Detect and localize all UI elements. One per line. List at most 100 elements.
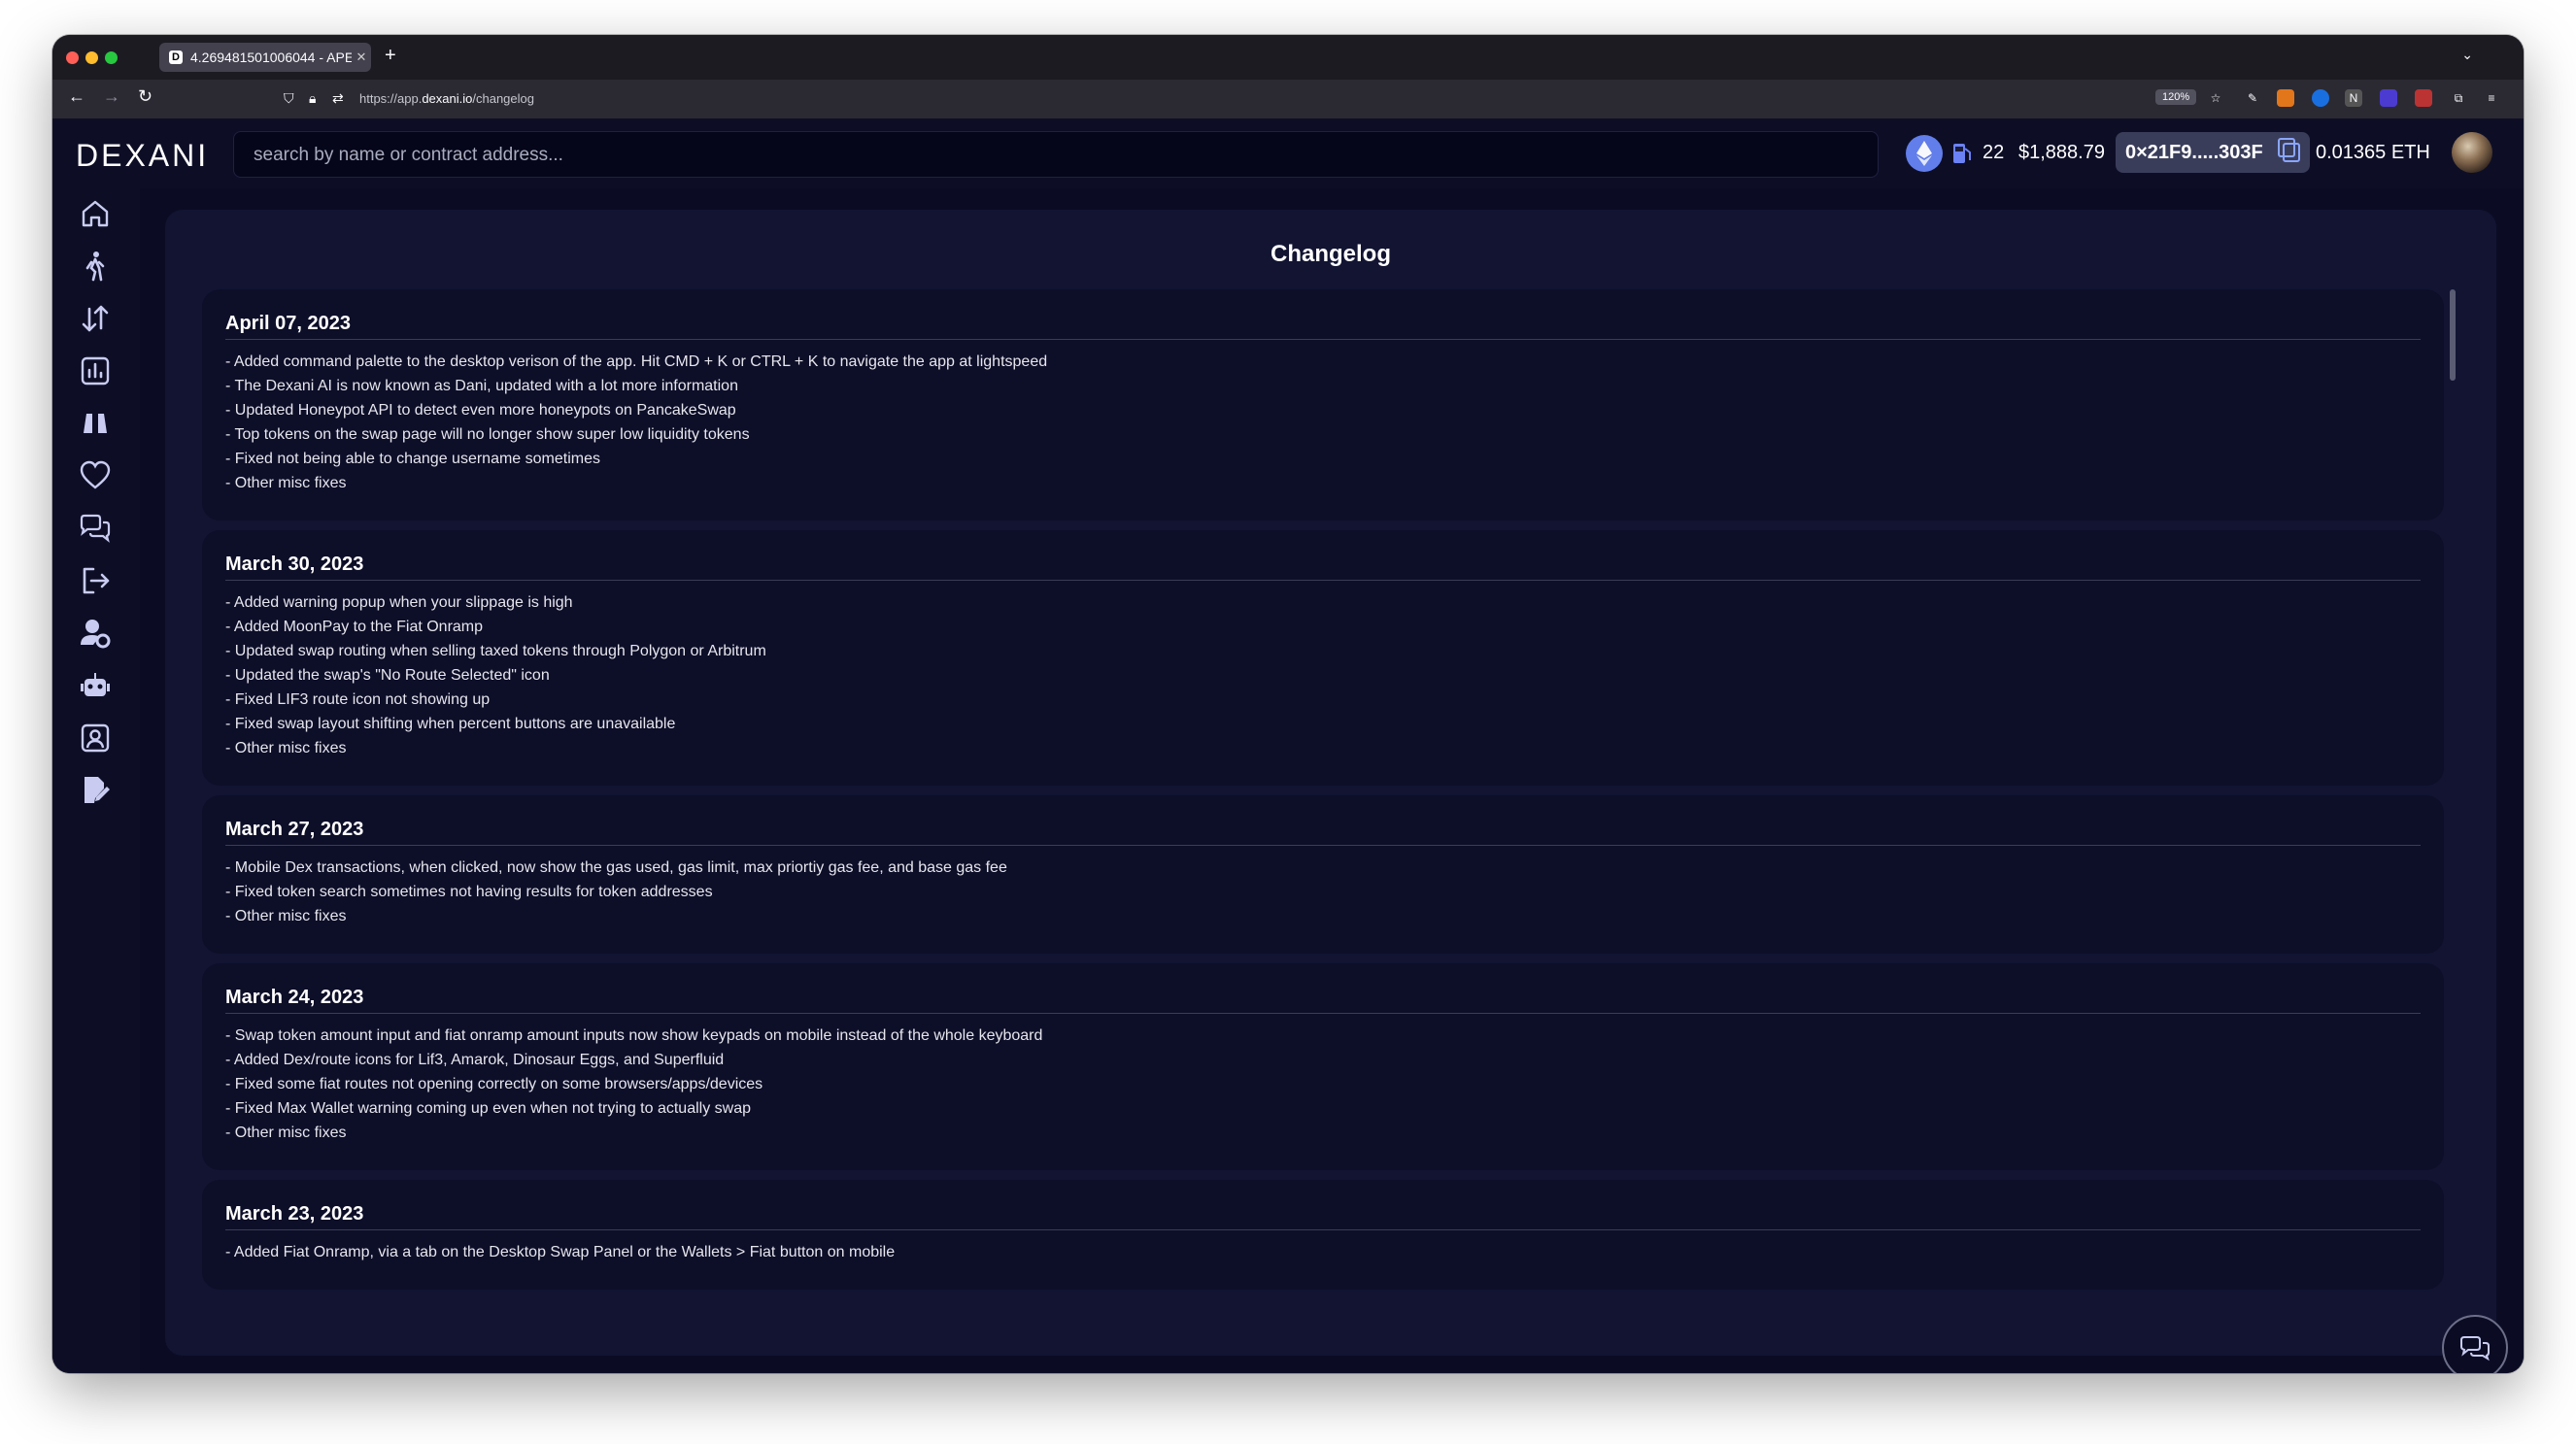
new-tab-icon[interactable]: + [385,45,396,67]
changelog-entry: April 07, 2023 - Added command palette to… [202,289,2444,521]
support-chat-button[interactable] [2442,1315,2508,1373]
ethereum-network-icon[interactable] [1906,135,1943,172]
avatar[interactable] [2452,132,2492,173]
profile-icon[interactable] [78,721,113,756]
browser-navbar: ← → ↻ ⛉ 🔒︎ ⇄ https://app.dexani.io/chang… [52,80,2524,118]
entry-item: - Added MoonPay to the Fiat Onramp [225,619,484,635]
browser-tabbar: D 4.269481501006044 - APE | De ✕ + ⌄ [52,35,2524,80]
hiking-icon[interactable] [78,249,113,284]
chart-icon[interactable] [78,353,113,388]
copy-icon[interactable] [2278,138,2300,162]
entry-item: - Fixed swap layout shifting when percen… [225,716,676,732]
binoculars-icon[interactable] [78,406,113,441]
maximize-window-button[interactable] [105,51,118,64]
shield-icon[interactable]: ⛉ [284,90,294,107]
changelog-entry: March 23, 2023 - Added Fiat Onramp, via a… [202,1180,2444,1290]
entry-item: - Added command palette to the desktop v… [225,353,1048,370]
changelog-entry: March 30, 2023 - Added warning popup when… [202,530,2444,786]
entry-items: - Swap token amount input and fiat onram… [225,1024,2421,1145]
entry-item: - Other misc fixes [225,908,347,924]
page-title: Changelog [1271,241,1391,267]
entry-date: March 24, 2023 [225,987,2421,1014]
sidebar [52,188,140,1373]
entry-item: - Added Fiat Onramp, via a tab on the De… [225,1244,896,1260]
extension-icon-red[interactable] [2415,89,2432,107]
url-text[interactable]: https://app.dexani.io/changelog [359,91,534,106]
entry-items: - Added command palette to the desktop v… [225,350,2421,495]
entry-item: - Fixed not being able to change usernam… [225,451,600,467]
eth-price: $1,888.79 [2018,142,2105,163]
gas-price: 22 [1983,142,2005,163]
entry-item: - Updated Honeypot API to detect even mo… [225,402,736,419]
entry-item: - Fixed Max Wallet warning coming up eve… [225,1100,751,1117]
entry-item: - Fixed LIF3 route icon not showing up [225,691,491,708]
entry-item: - Fixed some fiat routes not opening cor… [225,1076,763,1092]
entry-date: April 07, 2023 [225,313,2421,340]
changelog-list: April 07, 2023 - Added command palette to… [202,289,2444,1299]
menu-icon[interactable]: ≡ [2483,89,2500,107]
entry-item: - Mobile Dex transactions, when clicked,… [225,859,1007,876]
entry-item: - Updated swap routing when selling taxe… [225,643,766,659]
extension-icon-n[interactable]: N [2345,89,2362,107]
permissions-icon[interactable]: ⇄ [332,90,344,107]
list-tabs-icon[interactable]: ⌄ [2461,47,2473,63]
metamask-icon[interactable] [2277,89,2294,107]
dexani-logo[interactable]: DEXANI [76,138,209,174]
heart-icon[interactable] [78,458,113,493]
scrollbar-thumb[interactable] [2450,289,2456,381]
onepassword-icon[interactable] [2312,89,2329,107]
swap-arrows-icon[interactable] [78,301,113,336]
robot-icon[interactable] [78,668,113,703]
entry-item: - Swap token amount input and fiat onram… [225,1027,1043,1044]
lock-icon[interactable]: 🔒︎ [309,90,316,107]
edit-document-icon[interactable] [78,773,113,808]
close-tab-icon[interactable]: ✕ [352,50,371,65]
entry-item: - Top tokens on the swap page will no lo… [225,426,750,443]
wrench-icon[interactable]: ✎ [2244,89,2261,107]
entry-date: March 27, 2023 [225,819,2421,846]
entry-item: - Other misc fixes [225,475,347,491]
back-icon[interactable]: ← [68,86,85,107]
browser-tab[interactable]: D 4.269481501006044 - APE | De ✕ [159,43,371,72]
home-icon[interactable] [78,196,113,231]
close-window-button[interactable] [66,51,79,64]
user-gear-icon[interactable] [78,616,113,651]
logout-icon[interactable] [78,563,113,598]
forward-icon[interactable]: → [103,86,120,107]
changelog-entry: March 24, 2023 - Swap token amount input … [202,963,2444,1170]
entry-items: - Added Fiat Onramp, via a tab on the De… [225,1240,2421,1264]
site-favicon: D [169,50,183,64]
search-input[interactable]: search by name or contract address... [233,131,1879,178]
app-header: DEXANI search by name or contract addres… [52,118,2524,188]
entry-date: March 23, 2023 [225,1203,2421,1230]
browser-window: D 4.269481501006044 - APE | De ✕ + ⌄ ← →… [52,35,2524,1373]
entry-item: - Updated the swap's "No Route Selected"… [225,667,550,684]
main-content: Changelog April 07, 2023 - Added command … [140,188,2524,1373]
gas-pump-icon [1950,141,1974,171]
changelog-panel[interactable]: Changelog April 07, 2023 - Added command … [165,210,2496,1356]
minimize-window-button[interactable] [85,51,98,64]
entry-item: - Added warning popup when your slippage… [225,594,573,611]
extensions-puzzle-icon[interactable]: ⧉ [2450,89,2467,107]
dexani-app: DEXANI search by name or contract addres… [52,118,2524,1373]
url-bar[interactable]: ⛉ 🔒︎ ⇄ https://app.dexani.io/changelog [276,85,2257,113]
entry-item: - Added Dex/route icons for Lif3, Amarok… [225,1052,725,1068]
chat-icon[interactable] [78,511,113,546]
tab-title: 4.269481501006044 - APE | De [190,50,352,65]
extension-icon-purple[interactable] [2380,89,2397,107]
entry-date: March 30, 2023 [225,554,2421,581]
entry-items: - Added warning popup when your slippage… [225,590,2421,760]
entry-items: - Mobile Dex transactions, when clicked,… [225,856,2421,928]
entry-item: - Other misc fixes [225,740,347,756]
entry-item: - The Dexani AI is now known as Dani, up… [225,378,738,394]
wallet-address: 0×21F9.....303F [2125,142,2263,163]
bookmark-star-icon[interactable]: ☆ [2207,89,2224,107]
wallet-address-button[interactable]: 0×21F9.....303F [2116,132,2310,173]
reload-icon[interactable]: ↻ [138,86,153,107]
entry-item: - Other misc fixes [225,1125,347,1141]
wallet-balance: 0.01365 ETH [2316,142,2430,163]
zoom-level[interactable]: 120% [2155,89,2197,105]
changelog-entry: March 27, 2023 - Mobile Dex transactions,… [202,795,2444,954]
chat-bubbles-icon [2460,1336,2490,1361]
entry-item: - Fixed token search sometimes not havin… [225,884,713,900]
